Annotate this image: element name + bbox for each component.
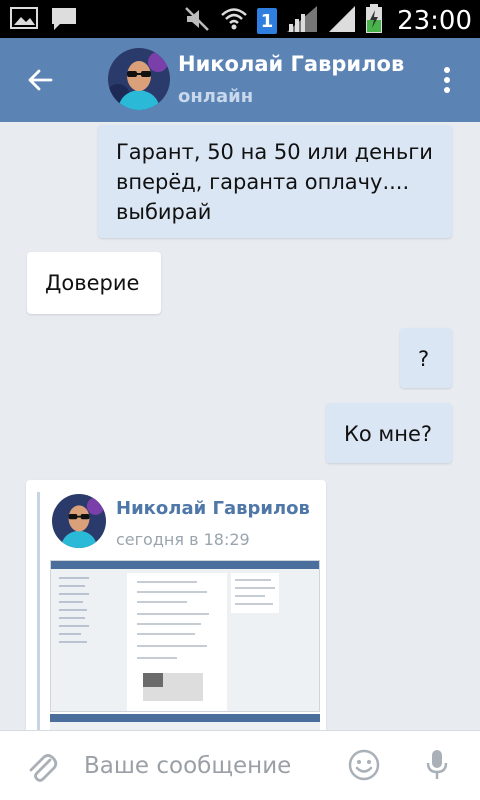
screenshot-attachment[interactable] xyxy=(50,560,320,712)
message-text: Ко мне? xyxy=(344,422,433,446)
message-text: Доверие xyxy=(45,271,140,295)
battery-charging-icon xyxy=(365,4,383,38)
message-bubble-outgoing[interactable]: ? xyxy=(400,328,452,388)
message-text-line: выбирай xyxy=(116,200,212,224)
forwarded-author-avatar[interactable] xyxy=(52,494,106,548)
forwarded-message[interactable]: Николай Гаврилов сегодня в 18:29 xyxy=(26,480,326,740)
sim-indicator: 1 xyxy=(257,8,278,34)
screenshot-thumbnail xyxy=(51,561,319,711)
message-text-line: Гарант, 50 на 50 или деньги xyxy=(116,140,433,164)
message-bubble-incoming[interactable]: Доверие xyxy=(27,252,161,314)
more-vertical-icon xyxy=(444,67,450,93)
message-input-bar xyxy=(0,730,480,800)
attach-button[interactable] xyxy=(22,747,62,787)
message-input[interactable] xyxy=(84,749,334,783)
message-bubble-outgoing[interactable]: Гарант, 50 на 50 или деньги вперёд, гара… xyxy=(98,125,452,238)
chat-notification-icon xyxy=(50,6,78,36)
back-arrow-icon xyxy=(28,69,53,91)
forward-indicator-bar xyxy=(37,492,40,740)
paperclip-icon xyxy=(29,754,58,782)
microphone-button[interactable] xyxy=(420,745,454,785)
signal-icon-2 xyxy=(327,4,357,38)
contact-name[interactable]: Николай Гаврилов xyxy=(178,52,404,76)
back-button[interactable] xyxy=(18,58,62,102)
forwarded-author-name[interactable]: Николай Гаврилов xyxy=(116,498,310,519)
emoji-button[interactable] xyxy=(344,745,384,785)
forwarded-date: сегодня в 18:29 xyxy=(116,530,250,549)
signal-icon xyxy=(285,4,319,38)
smiley-icon xyxy=(348,749,380,781)
mute-icon xyxy=(183,5,211,37)
microphone-icon xyxy=(426,750,448,779)
contact-avatar[interactable] xyxy=(108,48,170,110)
message-text-line: вперёд, гаранта оплачу.... xyxy=(116,170,410,194)
message-text: ? xyxy=(418,347,430,371)
status-time: 23:00 xyxy=(397,6,472,36)
status-bar: 1 23:00 xyxy=(0,0,480,38)
message-bubble-outgoing[interactable]: Ко мне? xyxy=(326,403,452,463)
wifi-icon xyxy=(219,5,249,37)
contact-status: онлайн xyxy=(178,86,254,107)
overflow-menu-button[interactable] xyxy=(432,58,462,102)
chat-header: Николай Гаврилов онлайн xyxy=(0,38,480,122)
image-notification-icon xyxy=(10,6,38,36)
